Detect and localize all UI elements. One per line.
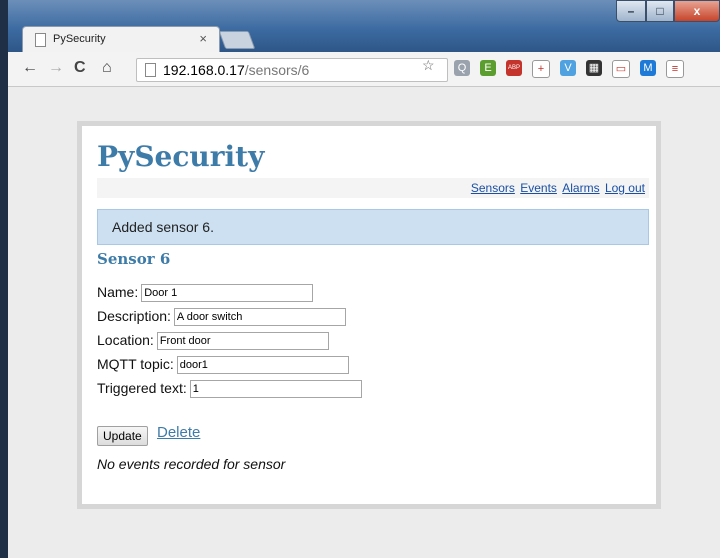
nav-link-logout[interactable]: Log out bbox=[605, 181, 645, 195]
mqtt-topic-label: MQTT topic: bbox=[97, 356, 174, 372]
browser-toolbar: ← → C ⌂ 192.168.0.17/sensors/6 ☆ Q E ABP + V… bbox=[8, 52, 720, 87]
maximize-button[interactable]: □ bbox=[646, 0, 674, 22]
m-ext-icon[interactable]: M bbox=[640, 60, 656, 76]
name-label: Name: bbox=[97, 284, 139, 300]
delete-link[interactable]: Delete bbox=[157, 424, 200, 441]
window-controls: – □ x bbox=[616, 0, 720, 22]
nav-bar: Sensors Events Alarms Log out bbox=[97, 178, 649, 198]
adblock-plus-icon[interactable]: ABP bbox=[506, 60, 522, 76]
update-button[interactable]: Update bbox=[97, 426, 148, 446]
cast-icon[interactable]: ▭ bbox=[612, 60, 630, 78]
triggered-text-label: Triggered text: bbox=[97, 380, 187, 396]
first-aid-ext-icon[interactable]: + bbox=[532, 60, 550, 78]
page-icon bbox=[35, 33, 46, 47]
tab-close-icon[interactable]: × bbox=[199, 31, 207, 46]
menu-icon[interactable]: ≡ bbox=[666, 60, 684, 78]
close-window-button[interactable]: x bbox=[674, 0, 720, 22]
address-bar[interactable]: 192.168.0.17/sensors/6 bbox=[136, 58, 448, 82]
home-icon[interactable]: ⌂ bbox=[102, 59, 112, 77]
description-label: Description: bbox=[97, 308, 171, 324]
url-text: 192.168.0.17/sensors/6 bbox=[163, 62, 309, 78]
triggered-text-field[interactable] bbox=[189, 380, 362, 398]
extension-icons: Q E ABP + V ▦ ▭ M ≡ bbox=[454, 60, 694, 78]
nav-link-events[interactable]: Events bbox=[520, 181, 557, 195]
maximize-icon: □ bbox=[656, 4, 664, 18]
browser-window: PySecurity × – □ x ← → C ⌂ 192.168.0.17/… bbox=[8, 0, 720, 558]
reload-icon[interactable]: C bbox=[74, 59, 86, 77]
no-events-message: No events recorded for sensor bbox=[97, 456, 286, 472]
back-icon[interactable]: ← bbox=[22, 59, 38, 77]
url-path: /sensors/6 bbox=[244, 62, 310, 78]
mqtt-topic-row: MQTT topic: bbox=[97, 356, 349, 374]
title-bar: PySecurity × – □ x bbox=[8, 0, 720, 53]
v-ext-icon[interactable]: V bbox=[560, 60, 576, 76]
minimize-icon: – bbox=[627, 4, 635, 18]
nav-link-alarms[interactable]: Alarms bbox=[562, 181, 599, 195]
triggered-text-row: Triggered text: bbox=[97, 380, 362, 398]
page-title: Sensor 6 bbox=[97, 250, 171, 268]
new-tab-button[interactable] bbox=[218, 31, 256, 49]
minimize-button[interactable]: – bbox=[616, 0, 646, 22]
description-field[interactable] bbox=[173, 308, 346, 326]
flash-message: Added sensor 6. bbox=[97, 209, 649, 245]
browser-tab[interactable]: PySecurity × bbox=[22, 26, 220, 53]
page-viewport: PySecurity Sensors Events Alarms Log out… bbox=[8, 87, 720, 558]
name-field[interactable] bbox=[141, 284, 314, 302]
location-label: Location: bbox=[97, 332, 154, 348]
bookmark-star-icon[interactable]: ☆ bbox=[422, 57, 435, 74]
description-row: Description: bbox=[97, 308, 346, 326]
url-host: 192.168.0.17 bbox=[163, 62, 245, 78]
evernote-ext-icon[interactable]: E bbox=[480, 60, 496, 76]
forward-icon[interactable]: → bbox=[48, 59, 64, 77]
name-row: Name: bbox=[97, 284, 314, 302]
mqtt-topic-field[interactable] bbox=[176, 356, 349, 374]
film-ext-icon[interactable]: ▦ bbox=[586, 60, 602, 76]
tab-title: PySecurity bbox=[53, 33, 106, 45]
page-icon bbox=[145, 63, 156, 77]
nav-link-sensors[interactable]: Sensors bbox=[471, 181, 515, 195]
content-card: PySecurity Sensors Events Alarms Log out… bbox=[77, 121, 661, 509]
site-brand[interactable]: PySecurity bbox=[97, 140, 264, 173]
search-ext-icon[interactable]: Q bbox=[454, 60, 470, 76]
close-icon: x bbox=[693, 4, 701, 18]
location-row: Location: bbox=[97, 332, 329, 350]
location-field[interactable] bbox=[156, 332, 329, 350]
